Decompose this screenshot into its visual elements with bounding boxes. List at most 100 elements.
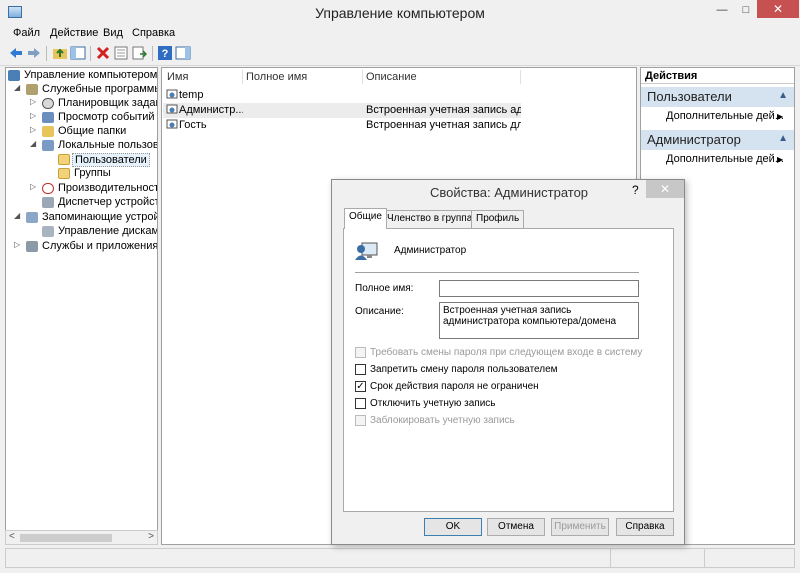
- delete-icon[interactable]: [95, 45, 111, 61]
- toolbar-separator: [90, 46, 91, 61]
- column-header-fullname[interactable]: Полное имя: [246, 71, 307, 83]
- column-header-name[interactable]: Имя: [167, 71, 188, 83]
- show-hide-tree-icon[interactable]: [70, 45, 86, 61]
- status-separator: [704, 549, 705, 567]
- column-separator[interactable]: [242, 70, 243, 84]
- table-row[interactable]: Администр... Встроенная учетная запись а…: [163, 103, 521, 118]
- window-title: Управление компьютером: [315, 5, 485, 21]
- apply-button: Применить: [551, 518, 609, 536]
- checkbox-checked[interactable]: ✓: [355, 381, 366, 392]
- storage-icon: [26, 212, 38, 223]
- dialog-close-button[interactable]: ✕: [646, 180, 684, 198]
- row-name: temp: [179, 89, 204, 101]
- title-bar: Управление компьютером — □ ✕: [0, 0, 800, 26]
- folder-icon: [58, 168, 70, 179]
- users-icon: [42, 140, 54, 151]
- collapse-arrow-icon[interactable]: ▷: [30, 182, 38, 191]
- action-more-actions-admin[interactable]: Дополнительные дей...: [666, 153, 784, 165]
- checkbox-box[interactable]: [355, 398, 366, 409]
- menu-help[interactable]: Справка: [132, 27, 175, 39]
- menu-action[interactable]: Действие: [50, 27, 98, 39]
- row-description: Встроенная учетная запись для ...: [366, 119, 521, 131]
- forward-arrow-icon[interactable]: [26, 45, 42, 61]
- svg-text:?: ?: [162, 48, 169, 60]
- scroll-left-icon[interactable]: <: [9, 531, 15, 542]
- row-description: Встроенная учетная запись адм...: [366, 104, 521, 116]
- collapse-arrow-icon[interactable]: ▷: [30, 125, 38, 134]
- toolbar-separator: [46, 46, 47, 61]
- collapse-arrow-icon[interactable]: ▷: [14, 240, 22, 249]
- tab-general[interactable]: Общие: [344, 208, 387, 229]
- table-row[interactable]: temp: [163, 88, 521, 103]
- username-label: Администратор: [394, 245, 467, 256]
- expand-arrow-icon[interactable]: ◢: [30, 139, 38, 148]
- up-folder-icon[interactable]: [52, 45, 68, 61]
- column-header-description[interactable]: Описание: [366, 71, 417, 83]
- close-button[interactable]: ✕: [757, 0, 799, 18]
- submenu-arrow-icon: ▶: [777, 155, 784, 164]
- performance-icon: [42, 183, 54, 194]
- tab-profile[interactable]: Профиль: [471, 210, 525, 228]
- computer-icon: [8, 70, 20, 81]
- row-name: Администр...: [179, 104, 243, 116]
- cancel-button[interactable]: Отмена: [487, 518, 545, 536]
- expand-arrow-icon[interactable]: ◢: [14, 83, 22, 92]
- help-button[interactable]: Справка: [616, 518, 674, 536]
- ok-button[interactable]: OK: [424, 518, 482, 536]
- services-icon: [26, 241, 38, 252]
- disk-icon: [42, 226, 54, 237]
- action-more-actions-users[interactable]: Дополнительные дей...: [666, 110, 784, 122]
- device-manager-icon: [42, 197, 54, 208]
- back-arrow-icon[interactable]: [8, 45, 24, 61]
- menu-bar: Файл Действие Вид Справка: [0, 26, 800, 42]
- checkbox-box: [355, 415, 366, 426]
- maximize-button[interactable]: □: [739, 4, 753, 22]
- tools-icon: [26, 84, 38, 95]
- action-pane-icon[interactable]: [175, 45, 191, 61]
- menu-view[interactable]: Вид: [103, 27, 123, 39]
- checkbox-box[interactable]: [355, 364, 366, 375]
- scrollbar-thumb[interactable]: [20, 534, 112, 542]
- user-icon: [166, 104, 178, 114]
- expand-arrow-icon[interactable]: ◢: [14, 211, 22, 220]
- column-separator[interactable]: [362, 70, 363, 84]
- export-list-icon[interactable]: [131, 45, 147, 61]
- folder-icon: [58, 154, 70, 165]
- minimize-button[interactable]: —: [715, 4, 729, 22]
- divider: [355, 272, 639, 273]
- user-account-icon: [355, 242, 378, 260]
- general-tab-panel: Администратор Полное имя: Описание: Встр…: [343, 228, 674, 512]
- fullname-label: Полное имя:: [355, 283, 414, 294]
- menu-file[interactable]: Файл: [13, 27, 40, 39]
- properties-icon[interactable]: [113, 45, 129, 61]
- tab-member-of[interactable]: Членство в группах: [382, 210, 483, 228]
- actions-section-users[interactable]: Пользователи ▲: [641, 87, 794, 107]
- status-bar: [5, 548, 795, 568]
- collapse-caret-icon[interactable]: ▲: [778, 133, 788, 144]
- row-name: Гость: [179, 119, 207, 131]
- actions-header: Действия: [641, 68, 794, 84]
- dialog-help-button[interactable]: ?: [632, 183, 639, 197]
- console-tree[interactable]: Управление компьютером (л ◢ Служебные пр…: [5, 67, 158, 545]
- help-icon[interactable]: ?: [157, 45, 173, 61]
- collapse-arrow-icon[interactable]: ▷: [30, 97, 38, 106]
- description-label: Описание:: [355, 306, 404, 317]
- scroll-right-icon[interactable]: >: [148, 531, 154, 542]
- actions-section-administrator[interactable]: Администратор ▲: [641, 130, 794, 150]
- shared-folder-icon: [42, 126, 54, 137]
- event-viewer-icon: [42, 112, 54, 123]
- collapse-caret-icon[interactable]: ▲: [778, 90, 788, 101]
- toolbar: ?: [0, 42, 800, 66]
- description-field[interactable]: Встроенная учетная запись администратора…: [439, 302, 639, 339]
- properties-dialog: Свойства: Администратор ? ✕ Общие Членст…: [331, 179, 685, 545]
- user-icon: [166, 89, 178, 99]
- clock-icon: [42, 98, 54, 109]
- checkbox-box: [355, 347, 366, 358]
- toolbar-separator: [152, 46, 153, 61]
- fullname-field[interactable]: [439, 280, 639, 297]
- column-separator[interactable]: [520, 70, 521, 84]
- table-row[interactable]: Гость Встроенная учетная запись для ...: [163, 118, 521, 133]
- collapse-arrow-icon[interactable]: ▷: [30, 111, 38, 120]
- tree-horizontal-scrollbar[interactable]: < >: [5, 530, 158, 545]
- submenu-arrow-icon: ▶: [777, 112, 784, 121]
